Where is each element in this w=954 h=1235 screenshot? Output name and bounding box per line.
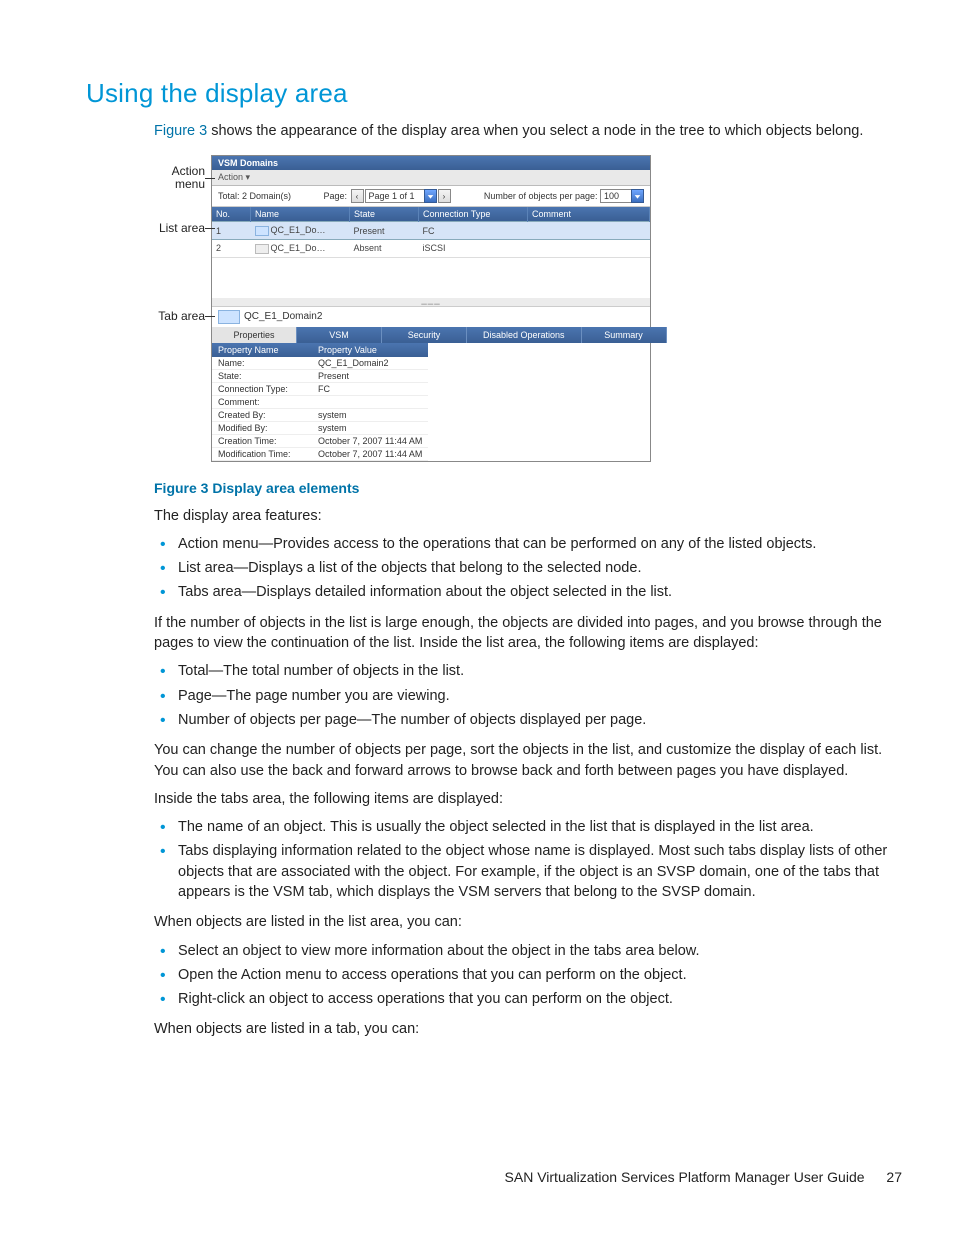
list-actions: Select an object to view more informatio…	[154, 941, 902, 1010]
page-indicator: Page 1 of 1	[365, 189, 425, 203]
figure-3: Action menu List area Tab area VSM Domai…	[149, 155, 902, 461]
page-label: Page:	[323, 191, 347, 201]
list-whitespace	[212, 258, 650, 298]
intro-paragraph: Figure 3 shows the appearance of the dis…	[154, 121, 902, 141]
prop-row: Creation Time:October 7, 2007 11:44 AM	[212, 434, 428, 447]
list-item: Total—The total number of objects in the…	[154, 661, 902, 681]
total-count: Total: 2 Domain(s)	[218, 191, 291, 201]
prop-row: Created By:system	[212, 408, 428, 421]
pages-paragraph: If the number of objects in the list is …	[154, 613, 902, 654]
tab-summary[interactable]: Summary	[582, 327, 667, 343]
listarea-items: Total—The total number of objects in the…	[154, 661, 902, 730]
table-row[interactable]: 1 QC_E1_Do… Present FC	[212, 222, 650, 240]
callout-list-area: List area	[149, 222, 205, 235]
list-item: Select an object to view more informatio…	[154, 941, 902, 961]
prop-row: Modification Time:October 7, 2007 11:44 …	[212, 447, 428, 460]
prop-col-name: Property Name	[212, 343, 312, 357]
domain-icon	[255, 244, 269, 254]
tab-disabled-ops[interactable]: Disabled Operations	[467, 327, 582, 343]
domain-icon	[218, 310, 240, 324]
prop-row: Comment:	[212, 395, 428, 408]
figure-caption: Figure 3 Display area elements	[154, 480, 902, 496]
list-item: Number of objects per page—The number of…	[154, 710, 902, 730]
tabs-intro-paragraph: Inside the tabs area, the following item…	[154, 789, 902, 809]
prop-row: Name:QC_E1_Domain2	[212, 357, 428, 370]
tab-security[interactable]: Security	[382, 327, 467, 343]
window-title: VSM Domains	[212, 156, 650, 170]
col-no[interactable]: No.	[212, 207, 251, 222]
list-item: List area—Displays a list of the objects…	[154, 558, 902, 578]
footer-page-number: 27	[886, 1169, 902, 1185]
page-prev-button[interactable]: ‹	[351, 189, 364, 203]
tab-vsm[interactable]: VSM	[297, 327, 382, 343]
list-item: Tabs displaying information related to t…	[154, 841, 902, 902]
body-content: Figure 3 shows the appearance of the dis…	[154, 121, 902, 1040]
page-footer: SAN Virtualization Services Platform Man…	[505, 1169, 902, 1185]
prop-col-value: Property Value	[312, 343, 428, 357]
perpage-value[interactable]: 100	[600, 189, 632, 203]
detail-object-name: QC_E1_Domain2	[212, 306, 650, 327]
screenshot-panel: VSM Domains Action ▾ Total: 2 Domain(s) …	[211, 155, 651, 461]
splitter-bar[interactable]: ▁▁▁	[212, 298, 650, 306]
prop-row: Modified By:system	[212, 421, 428, 434]
features-intro: The display area features:	[154, 506, 902, 526]
page-next-button[interactable]: ›	[438, 189, 451, 203]
list-item: Right-click an object to access operatio…	[154, 989, 902, 1009]
list-toolbar: Total: 2 Domain(s) Page: ‹ Page 1 of 1 ›…	[212, 186, 650, 207]
action-menu[interactable]: Action ▾	[212, 170, 650, 186]
change-paragraph: You can change the number of objects per…	[154, 740, 902, 781]
detail-tabs: Properties VSM Security Disabled Operati…	[212, 327, 650, 343]
footer-doc-title: SAN Virtualization Services Platform Man…	[505, 1169, 865, 1185]
document-page: Using the display area Figure 3 shows th…	[0, 0, 954, 1235]
prop-row: Connection Type:FC	[212, 382, 428, 395]
callout-tab-area: Tab area	[149, 310, 205, 323]
col-state[interactable]: State	[350, 207, 419, 222]
figure-ref-link[interactable]: Figure 3	[154, 123, 207, 139]
perpage-label: Number of objects per page:	[484, 191, 598, 201]
list-item: The name of an object. This is usually t…	[154, 817, 902, 837]
table-row[interactable]: 2 QC_E1_Do… Absent iSCSI	[212, 239, 650, 257]
prop-row: State:Present	[212, 369, 428, 382]
list-item: Tabs area—Displays detailed information …	[154, 582, 902, 602]
col-conn[interactable]: Connection Type	[419, 207, 528, 222]
perpage-dropdown[interactable]	[631, 189, 644, 203]
callout-action-menu: Action menu	[149, 165, 205, 191]
list-item: Open the Action menu to access operation…	[154, 965, 902, 985]
intro-text: shows the appearance of the display area…	[207, 123, 863, 139]
tab-properties[interactable]: Properties	[212, 327, 297, 343]
tabs-items: The name of an object. This is usually t…	[154, 817, 902, 902]
figure-callouts: Action menu List area Tab area	[149, 155, 211, 323]
object-list-table: No. Name State Connection Type Comment 1…	[212, 207, 650, 257]
list-item: Page—The page number you are viewing.	[154, 686, 902, 706]
listed-tab-paragraph: When objects are listed in a tab, you ca…	[154, 1019, 902, 1039]
listed-list-paragraph: When objects are listed in the list area…	[154, 912, 902, 932]
domain-icon	[255, 226, 269, 236]
list-item: Action menu—Provides access to the opera…	[154, 534, 902, 554]
col-name[interactable]: Name	[251, 207, 350, 222]
page-dropdown[interactable]	[424, 189, 437, 203]
section-heading: Using the display area	[86, 78, 902, 109]
properties-table: Property Name Property Value Name:QC_E1_…	[212, 343, 428, 461]
features-list: Action menu—Provides access to the opera…	[154, 534, 902, 603]
col-comment[interactable]: Comment	[528, 207, 650, 222]
